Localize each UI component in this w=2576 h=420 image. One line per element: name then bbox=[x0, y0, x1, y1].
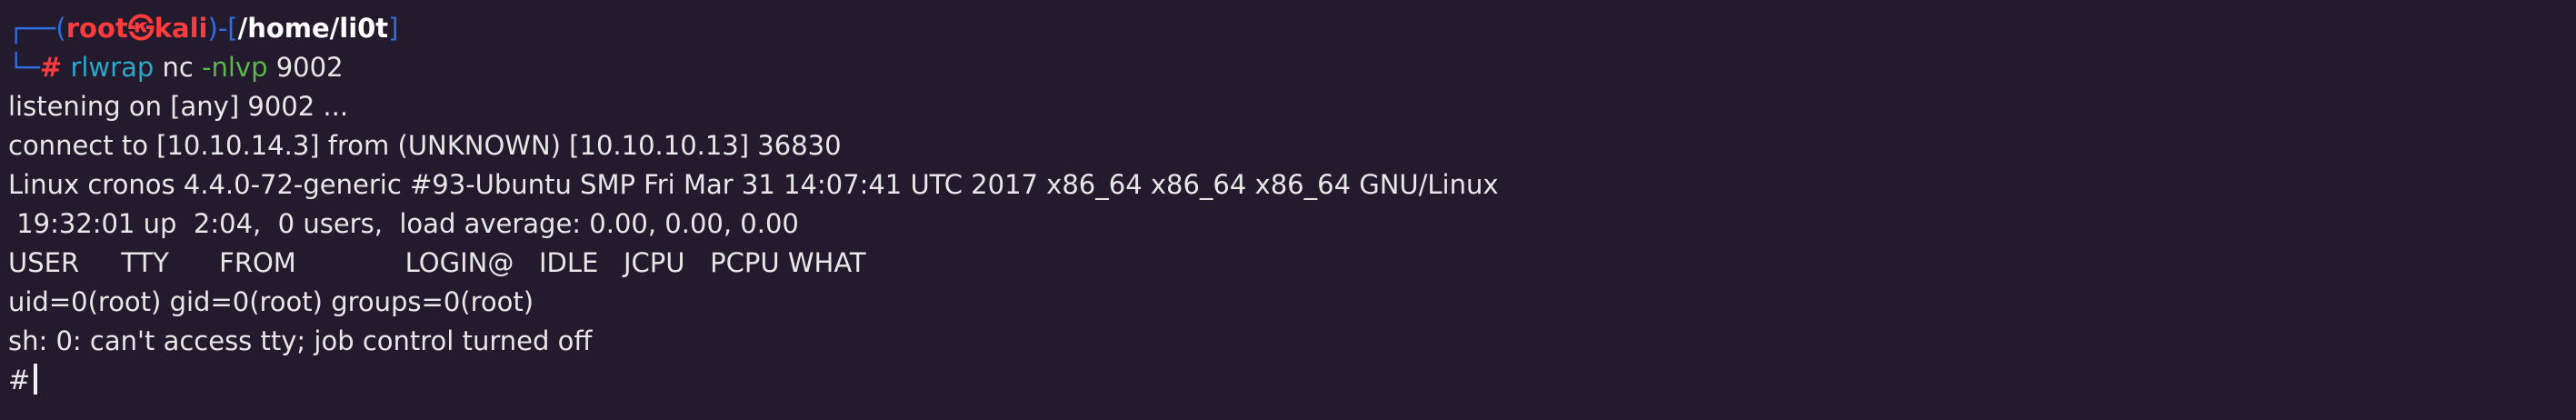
command-flag: -nlvp bbox=[202, 52, 268, 83]
prompt-corner-top: ┌── bbox=[8, 13, 56, 44]
prompt-corner-bottom: └─ bbox=[8, 52, 40, 83]
terminal-window[interactable]: ┌──(root㉿kali)-[/home/li0t] └─# rlwrap n… bbox=[0, 0, 2576, 420]
prompt-header-line: ┌──(root㉿kali)-[/home/li0t] bbox=[8, 9, 399, 48]
prompt-path: /home/li0t bbox=[237, 13, 389, 44]
command-name: rlwrap bbox=[70, 52, 155, 83]
kali-skull-icon: ㉿ bbox=[127, 13, 155, 44]
prompt-host: kali bbox=[154, 13, 208, 44]
prompt-user: root bbox=[65, 13, 128, 44]
output-listening: listening on [any] 9002 ... bbox=[8, 91, 349, 122]
command-port: 9002 bbox=[275, 52, 344, 83]
output-id: uid=0(root) gid=0(root) groups=0(root) bbox=[8, 286, 534, 317]
output-uname: Linux cronos 4.4.0-72-generic #93-Ubuntu… bbox=[8, 169, 1499, 200]
output-connect: connect to [10.10.14.3] from (UNKNOWN) [… bbox=[8, 130, 842, 161]
command-line: └─# rlwrap nc -nlvp 9002 bbox=[8, 48, 344, 87]
prompt-bracket-close: ] bbox=[388, 13, 399, 44]
command-arg: nc bbox=[162, 52, 194, 83]
shell-input-line[interactable]: # bbox=[8, 361, 38, 400]
shell-prompt: # bbox=[8, 365, 31, 395]
output-w-header: USER TTY FROM LOGIN@ IDLE JCPU PCPU WHAT bbox=[8, 247, 866, 278]
prompt-close-paren: ) bbox=[207, 13, 218, 44]
prompt-dash-bracket: -[ bbox=[217, 13, 238, 44]
prompt-open-paren: ( bbox=[55, 13, 66, 44]
text-cursor bbox=[34, 364, 38, 395]
output-uptime: 19:32:01 up 2:04, 0 users, load average:… bbox=[8, 208, 799, 239]
output-sh-warning: sh: 0: can't access tty; job control tur… bbox=[8, 325, 593, 356]
prompt-hash: # bbox=[39, 52, 63, 83]
